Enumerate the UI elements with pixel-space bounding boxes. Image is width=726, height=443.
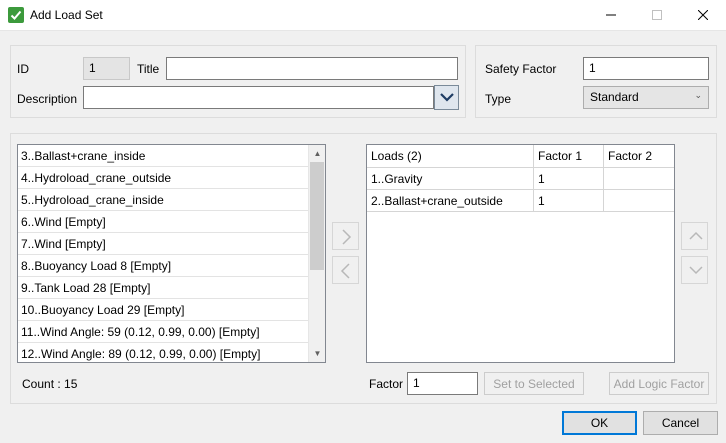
column-header-factor-2[interactable]: Factor 2 — [604, 145, 675, 168]
minimize-button[interactable] — [588, 0, 634, 30]
vertical-scrollbar[interactable]: ▲ ▼ — [308, 145, 325, 362]
list-item[interactable]: 5..Hydroload_crane_inside — [18, 189, 325, 211]
safety-factor-input[interactable]: 1 — [583, 57, 709, 80]
description-label: Description — [17, 92, 78, 106]
type-label: Type — [485, 92, 512, 106]
chevron-down-icon: ⌄ — [694, 90, 702, 100]
move-right-button[interactable] — [332, 222, 359, 250]
maximize-button[interactable] — [634, 0, 680, 30]
list-item[interactable]: 4..Hydroload_crane_outside — [18, 167, 325, 189]
chevron-down-icon — [689, 266, 703, 275]
list-item[interactable]: 11..Wind Angle: 59 (0.12, 0.99, 0.00) [E… — [18, 321, 325, 343]
table-row[interactable]: 1..Gravity 1 — [367, 168, 674, 190]
cancel-button[interactable]: Cancel — [643, 411, 718, 435]
window-title: Add Load Set — [30, 8, 103, 22]
scroll-down-icon[interactable]: ▼ — [309, 345, 325, 362]
type-select[interactable]: Standard ⌄ — [583, 86, 709, 109]
scroll-up-icon[interactable]: ▲ — [309, 145, 325, 162]
maximize-icon — [652, 10, 662, 20]
safety-factor-label: Safety Factor — [485, 62, 557, 76]
title-bar[interactable]: Add Load Set — [0, 0, 726, 31]
load-cell[interactable]: 2..Ballast+crane_outside — [367, 190, 534, 212]
factor-2-cell[interactable] — [604, 190, 675, 212]
factor-1-cell[interactable]: 1 — [534, 190, 604, 212]
type-selected-value: Standard — [590, 90, 639, 104]
available-loads-items: 3..Ballast+crane_inside 4..Hydroload_cra… — [18, 145, 325, 362]
chevron-up-icon — [689, 231, 703, 240]
grid-header: Loads (2) Factor 1 Factor 2 — [367, 145, 674, 168]
move-up-button[interactable] — [681, 222, 708, 250]
set-to-selected-button[interactable]: Set to Selected — [484, 372, 584, 395]
column-header-loads[interactable]: Loads (2) — [367, 145, 534, 168]
description-input[interactable] — [83, 86, 434, 109]
list-item[interactable]: 6..Wind [Empty] — [18, 211, 325, 233]
available-loads-list[interactable]: 3..Ballast+crane_inside 4..Hydroload_cra… — [17, 144, 326, 363]
close-button[interactable] — [680, 0, 726, 30]
move-left-button[interactable] — [332, 256, 359, 284]
description-dropdown-button[interactable] — [434, 85, 459, 110]
add-logic-factor-button[interactable]: Add Logic Factor — [609, 372, 709, 395]
chevron-right-icon — [342, 229, 352, 245]
list-item[interactable]: 12..Wind Angle: 89 (0.12, 0.99, 0.00) [E… — [18, 343, 325, 362]
id-label: ID — [17, 62, 29, 76]
close-icon — [698, 10, 708, 20]
title-input[interactable] — [166, 57, 458, 80]
chevron-left-icon — [340, 263, 350, 279]
table-row[interactable]: 2..Ballast+crane_outside 1 — [367, 190, 674, 212]
scroll-thumb[interactable] — [310, 162, 324, 270]
count-label: Count : 15 — [22, 377, 78, 391]
title-label: Title — [137, 62, 160, 76]
list-item[interactable]: 7..Wind [Empty] — [18, 233, 325, 255]
ok-button[interactable]: OK — [562, 411, 637, 435]
list-item[interactable]: 3..Ballast+crane_inside — [18, 145, 325, 167]
selected-loads-grid[interactable]: Loads (2) Factor 1 Factor 2 1..Gravity 1… — [366, 144, 675, 363]
chevron-down-icon — [440, 93, 454, 102]
checkmark-app-icon — [8, 7, 24, 23]
factor-2-cell[interactable] — [604, 168, 675, 190]
factor-label: Factor — [369, 377, 404, 391]
list-item[interactable]: 10..Buoyancy Load 29 [Empty] — [18, 299, 325, 321]
column-header-factor-1[interactable]: Factor 1 — [534, 145, 604, 168]
list-item[interactable]: 9..Tank Load 28 [Empty] — [18, 277, 325, 299]
factor-input[interactable]: 1 — [407, 372, 478, 395]
minimize-icon — [606, 14, 616, 16]
list-item[interactable]: 8..Buoyancy Load 8 [Empty] — [18, 255, 325, 277]
load-cell[interactable]: 1..Gravity — [367, 168, 534, 190]
move-down-button[interactable] — [681, 256, 708, 284]
factor-1-cell[interactable]: 1 — [534, 168, 604, 190]
id-field: 1 — [83, 57, 130, 80]
